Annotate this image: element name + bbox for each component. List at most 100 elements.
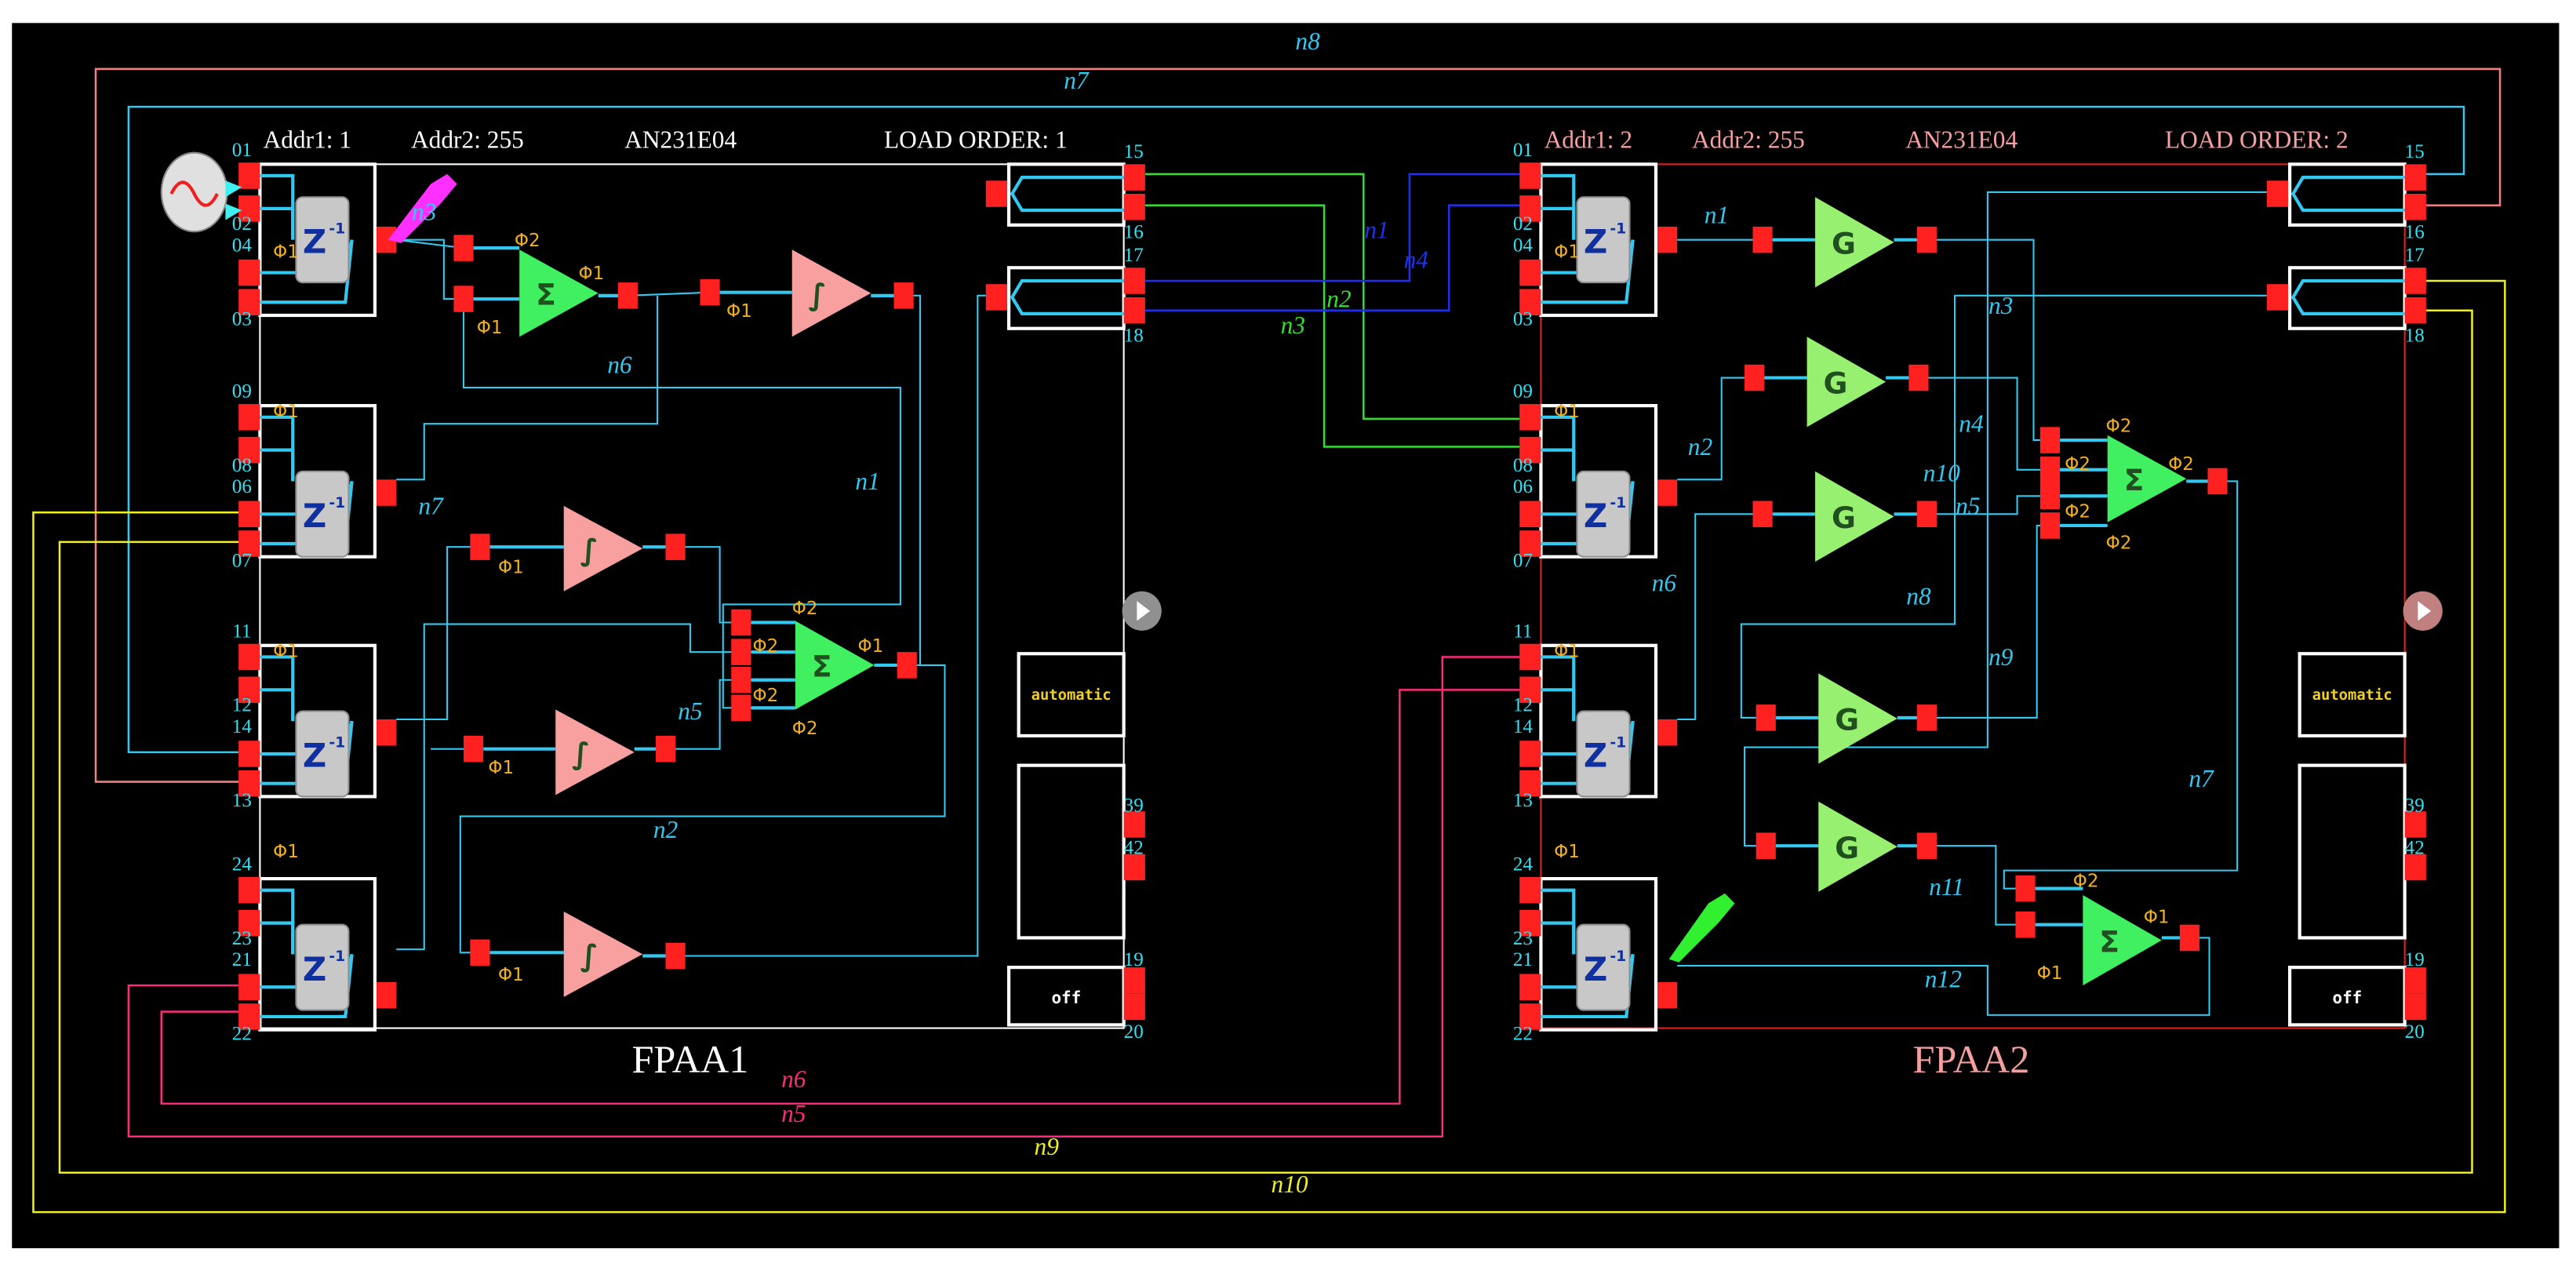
io-pin-pad[interactable] bbox=[238, 876, 260, 904]
block-input-pad[interactable] bbox=[731, 639, 751, 665]
io-pin-pad[interactable] bbox=[238, 404, 260, 431]
block-input-pad[interactable] bbox=[2015, 911, 2036, 938]
io-pin-pad[interactable] bbox=[2404, 297, 2426, 324]
integrator-block-glyph: ∫ bbox=[580, 533, 599, 567]
block-output-pad[interactable] bbox=[2179, 924, 2199, 952]
delay-output-pad[interactable] bbox=[377, 719, 397, 746]
net-label: n8 bbox=[1295, 27, 1320, 55]
block-input-pad[interactable] bbox=[700, 278, 720, 306]
io-pin-pad[interactable] bbox=[1519, 741, 1541, 767]
delay-output-pad[interactable] bbox=[1657, 981, 1678, 1009]
integrator-block-glyph: ∫ bbox=[809, 277, 827, 311]
delay-output-pad[interactable] bbox=[1657, 226, 1678, 253]
net-label: n3 bbox=[1988, 292, 2013, 319]
io-pin-pad[interactable] bbox=[2404, 268, 2426, 294]
fpaa-schematic-canvas: Addr1: 1 Addr2: 255 AN231E04 LOAD ORDER: 1 0… bbox=[12, 23, 2560, 1249]
block-input-pad[interactable] bbox=[470, 939, 490, 966]
block-input-pad[interactable] bbox=[453, 235, 474, 261]
pin-label: 01 bbox=[232, 140, 252, 161]
net-label: n10 bbox=[1923, 459, 1960, 486]
pin-label: 06 bbox=[232, 476, 252, 497]
block-input-pad[interactable] bbox=[731, 694, 751, 722]
output-cell-input-pad[interactable] bbox=[985, 284, 1007, 311]
phase-label-p2: Φ2 bbox=[2065, 501, 2090, 522]
output-cell-input-pad[interactable] bbox=[985, 180, 1007, 207]
io-pin-pad[interactable] bbox=[238, 974, 260, 1001]
pin-label: 11 bbox=[1513, 621, 1532, 642]
pin-label: 42 bbox=[2405, 838, 2425, 859]
output-cell-input-pad[interactable] bbox=[2266, 284, 2289, 311]
io-pin-pad[interactable] bbox=[2404, 194, 2426, 220]
pin-label: 03 bbox=[1513, 309, 1533, 330]
pin-label: 39 bbox=[2405, 795, 2425, 816]
pin-label: 15 bbox=[1124, 141, 1144, 162]
block-input-pad[interactable] bbox=[2039, 457, 2061, 483]
net-label: n9 bbox=[1988, 643, 2014, 671]
chip-name-label: FPAA1 bbox=[631, 1037, 748, 1081]
block-input-pad[interactable] bbox=[2039, 427, 2061, 453]
io-pin-pad[interactable] bbox=[1519, 876, 1541, 904]
io-pin-pad[interactable] bbox=[1123, 194, 1145, 220]
phase-label-p1: Φ1 bbox=[2037, 963, 2063, 984]
io-pin-pad[interactable] bbox=[1123, 297, 1145, 324]
block-output-pad[interactable] bbox=[665, 942, 686, 970]
chip-name-label: FPAA2 bbox=[1912, 1037, 2029, 1081]
io-pin-pad[interactable] bbox=[1519, 500, 1541, 528]
io-pin-pad[interactable] bbox=[1519, 974, 1541, 1001]
block-input-pad[interactable] bbox=[470, 533, 490, 560]
block-input-pad[interactable] bbox=[1756, 704, 1776, 731]
io-pin-pad[interactable] bbox=[1519, 259, 1541, 286]
pin-label: 18 bbox=[1124, 325, 1144, 346]
io-pin-pad[interactable] bbox=[238, 162, 260, 189]
block-input-pad[interactable] bbox=[453, 286, 474, 312]
io-pin-pad[interactable] bbox=[2404, 993, 2426, 1021]
pin-label: 24 bbox=[232, 854, 253, 875]
net-label: n7 bbox=[418, 492, 444, 519]
phase-label-p1: Φ1 bbox=[579, 264, 605, 284]
phase-label-p2: Φ2 bbox=[752, 686, 778, 706]
block-input-pad[interactable] bbox=[2039, 512, 2061, 539]
io-pin-pad[interactable] bbox=[2404, 164, 2426, 191]
block-input-pad[interactable] bbox=[731, 667, 751, 693]
block-output-pad[interactable] bbox=[1916, 226, 1937, 253]
block-output-pad[interactable] bbox=[655, 735, 676, 763]
block-output-pad[interactable] bbox=[1908, 364, 1929, 391]
block-input-pad[interactable] bbox=[1745, 364, 1765, 391]
block-input-pad[interactable] bbox=[1752, 500, 1773, 528]
block-output-pad[interactable] bbox=[897, 652, 917, 679]
block-input-pad[interactable] bbox=[463, 735, 484, 763]
io-pin-pad[interactable] bbox=[1123, 993, 1145, 1021]
io-pin-pad[interactable] bbox=[1519, 162, 1541, 189]
block-output-pad[interactable] bbox=[893, 282, 914, 309]
block-input-pad[interactable] bbox=[2039, 482, 2061, 510]
io-pin-pad[interactable] bbox=[238, 643, 260, 671]
block-input-pad[interactable] bbox=[1756, 832, 1776, 859]
delay-output-pad[interactable] bbox=[1657, 719, 1678, 746]
output-cell-input-pad[interactable] bbox=[2266, 180, 2289, 207]
delay-z-glyph: Z bbox=[303, 950, 326, 988]
block-output-pad[interactable] bbox=[1916, 500, 1937, 528]
delay-output-pad[interactable] bbox=[377, 479, 397, 506]
block-output-pad[interactable] bbox=[617, 282, 638, 309]
io-pin-pad[interactable] bbox=[238, 259, 260, 286]
delay-output-pad[interactable] bbox=[377, 981, 397, 1009]
pin-label: 17 bbox=[1124, 245, 1144, 266]
load-order-label: LOAD ORDER: 1 bbox=[884, 126, 1068, 153]
io-pin-pad[interactable] bbox=[2404, 967, 2426, 994]
io-pin-pad[interactable] bbox=[1123, 967, 1145, 994]
io-pin-pad[interactable] bbox=[1519, 643, 1541, 671]
io-pin-pad[interactable] bbox=[1123, 164, 1145, 191]
block-output-pad[interactable] bbox=[2207, 468, 2228, 495]
part-number-label: AN231E04 bbox=[624, 126, 737, 153]
block-output-pad[interactable] bbox=[1916, 832, 1937, 859]
io-pin-pad[interactable] bbox=[1519, 404, 1541, 431]
delay-output-pad[interactable] bbox=[1657, 479, 1678, 506]
block-input-pad[interactable] bbox=[731, 609, 751, 636]
io-pin-pad[interactable] bbox=[238, 741, 260, 767]
io-pin-pad[interactable] bbox=[238, 500, 260, 528]
io-pin-pad[interactable] bbox=[1123, 268, 1145, 294]
block-input-pad[interactable] bbox=[2015, 875, 2036, 902]
block-output-pad[interactable] bbox=[665, 533, 686, 560]
block-output-pad[interactable] bbox=[1916, 704, 1937, 731]
block-input-pad[interactable] bbox=[1752, 226, 1773, 253]
